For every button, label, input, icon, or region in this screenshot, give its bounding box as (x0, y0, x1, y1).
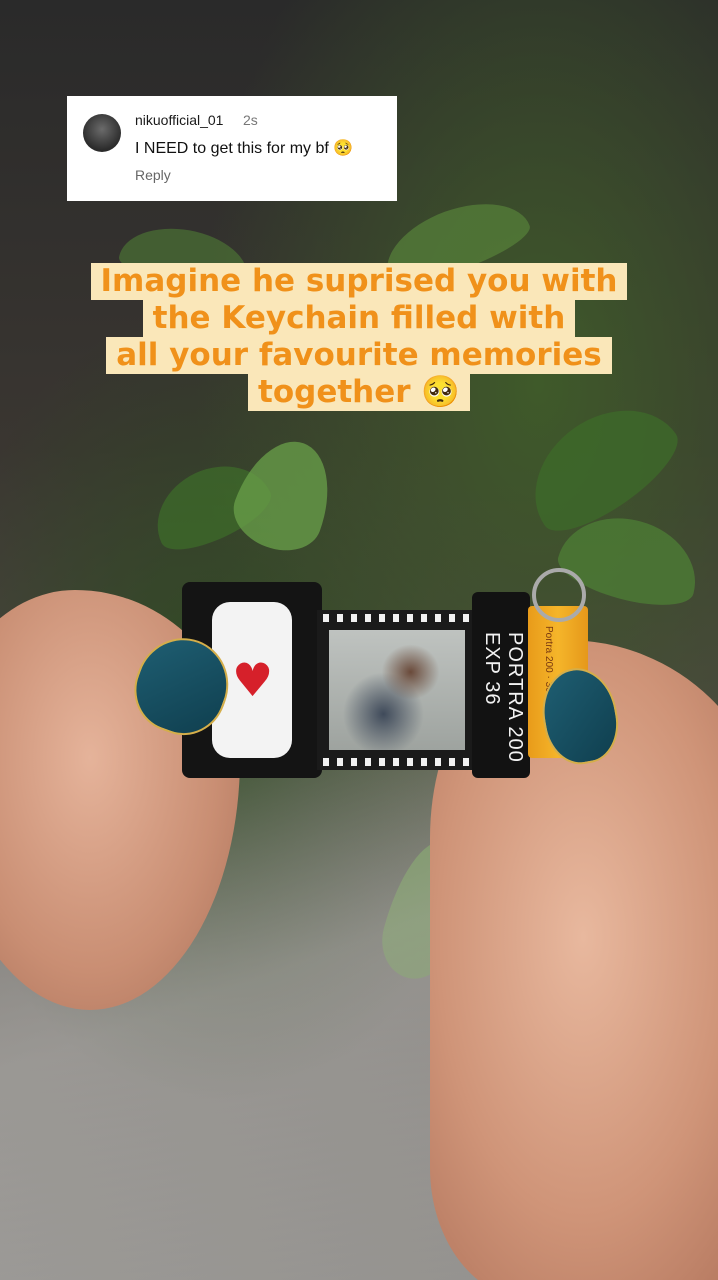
film-strip (317, 610, 477, 770)
film-roll-keychain: ♥ PORTRA 200 EXP 36 Portra 200 · 36 (182, 568, 588, 782)
heart-icon: ♥ (232, 653, 274, 707)
caption-line: together 🥺 (248, 374, 470, 411)
plant-leaf (223, 427, 347, 563)
avatar[interactable] (83, 114, 121, 152)
caption-line: Imagine he suprised you with (90, 263, 628, 300)
comment-username[interactable]: nikuofficial_01 (135, 112, 223, 128)
reply-comment-sticker[interactable]: nikuofficial_01 2s I NEED to get this fo… (67, 96, 397, 201)
keyring-icon (532, 568, 586, 622)
comment-time: 2s (243, 112, 258, 128)
caption-line: all your favourite memories (106, 337, 612, 374)
canister-text: PORTRA 200 EXP 36 (481, 632, 526, 763)
canister-black-side: PORTRA 200 EXP 36 (472, 592, 530, 778)
comment-text: I NEED to get this for my bf 🥺 (135, 140, 354, 157)
couple-photo (329, 630, 465, 750)
caption-line: the Keychain filled with (142, 300, 576, 337)
film-perforations-bottom (323, 758, 471, 766)
reply-button[interactable]: Reply (135, 167, 171, 183)
video-frame[interactable]: ♥ PORTRA 200 EXP 36 Portra 200 · 36 niku… (0, 0, 718, 1280)
film-perforations-top (323, 614, 471, 622)
video-caption: Imagine he suprised you with the Keychai… (70, 263, 648, 411)
